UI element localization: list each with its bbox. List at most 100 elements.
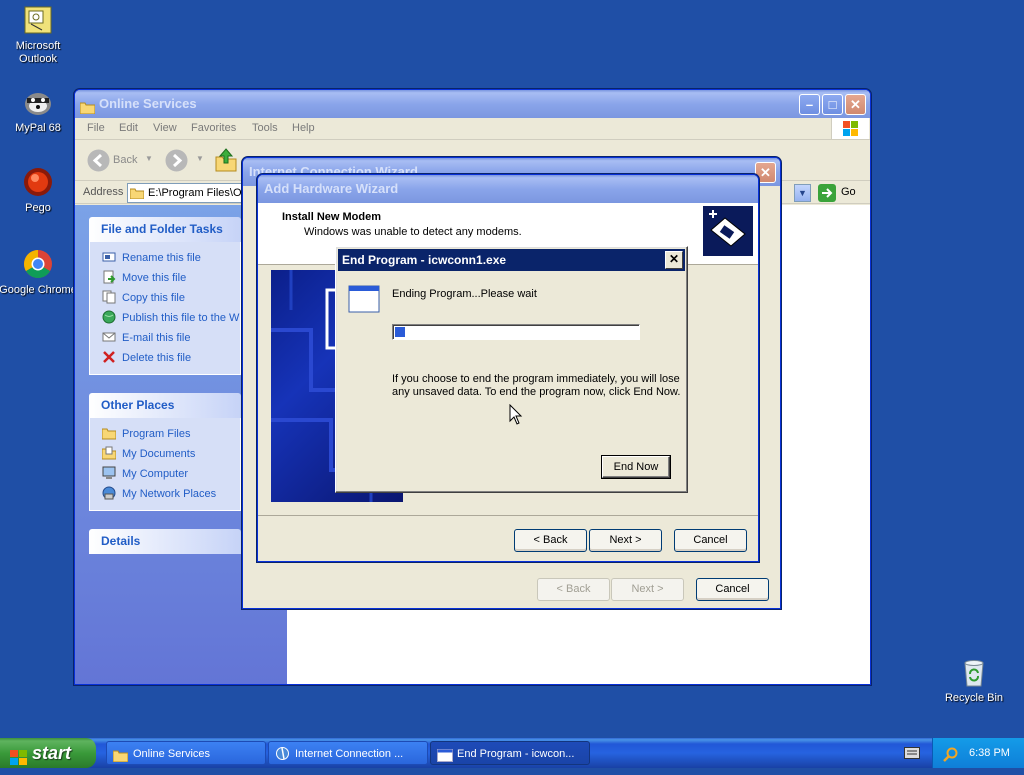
icw-next-button[interactable]: Next > xyxy=(611,578,684,601)
taskbar-item-internet-connection[interactable]: Internet Connection ... xyxy=(268,741,428,765)
place-label: Program Files xyxy=(122,428,191,440)
menu-file[interactable]: File xyxy=(87,122,105,134)
start-button[interactable]: start xyxy=(0,738,96,768)
file-folder-tasks-panel: File and Folder Tasks Rename this file M… xyxy=(89,217,241,375)
wizard-icon xyxy=(275,746,290,761)
wizard-heading: Install New Modem xyxy=(282,211,382,223)
panel-title[interactable]: Details xyxy=(89,529,241,554)
taskbar-item-end-program[interactable]: End Program - icwcon... xyxy=(430,741,590,765)
desktop-icon-pego[interactable]: Pego xyxy=(0,166,78,215)
recycle-bin-icon xyxy=(958,656,990,688)
maximize-button[interactable]: □ xyxy=(822,94,843,115)
task-label: Delete this file xyxy=(122,352,192,364)
end-program-dialog: End Program - icwconn1.exe ✕ Ending Prog… xyxy=(335,246,688,493)
address-input[interactable]: E:\Program Files\Or xyxy=(127,183,245,203)
task-publish[interactable]: Publish this file to the W xyxy=(102,308,240,328)
icw-back-button[interactable]: < Back xyxy=(537,578,610,601)
email-icon xyxy=(102,330,116,344)
place-label: My Network Places xyxy=(122,488,217,500)
window-title: Add Hardware Wizard xyxy=(264,181,399,196)
clock[interactable]: 6:38 PM xyxy=(969,738,1010,768)
menu-edit[interactable]: Edit xyxy=(119,122,138,134)
folder-icon xyxy=(129,187,145,200)
progress-fill xyxy=(395,327,405,337)
task-delete[interactable]: Delete this file xyxy=(102,348,240,368)
address-value: E:\Program Files\Or xyxy=(148,187,246,199)
menu-bar: File Edit View Favorites Tools Help xyxy=(75,118,870,140)
forward-arrow-icon[interactable] xyxy=(165,149,188,172)
windows-logo-icon xyxy=(831,118,869,139)
hardware-next-button[interactable]: Next > xyxy=(589,529,662,552)
search-icon[interactable] xyxy=(943,745,959,762)
place-program-files[interactable]: Program Files xyxy=(102,424,240,444)
minimize-button[interactable]: – xyxy=(799,94,820,115)
desktop-icon-label: Microsoft Outlook xyxy=(15,40,61,65)
desktop-icon-outlook[interactable]: Microsoft Outlook xyxy=(0,4,78,66)
menu-help[interactable]: Help xyxy=(292,122,315,134)
outlook-icon xyxy=(22,4,54,36)
warning-message: If you choose to end the program immedia… xyxy=(392,373,681,398)
close-button[interactable]: ✕ xyxy=(845,94,866,115)
system-tray: 6:38 PM xyxy=(932,738,1024,768)
menu-view[interactable]: View xyxy=(153,122,177,134)
network-icon xyxy=(102,486,116,500)
menu-tools[interactable]: Tools xyxy=(252,122,278,134)
desktop-icon-chrome[interactable]: Google Chrome xyxy=(0,248,78,297)
place-my-computer[interactable]: My Computer xyxy=(102,464,240,484)
task-move[interactable]: Move this file xyxy=(102,268,240,288)
pego-icon xyxy=(22,166,54,198)
window-title: End Program - icwconn1.exe xyxy=(342,253,507,267)
task-rename[interactable]: Rename this file xyxy=(102,248,240,268)
delete-icon xyxy=(102,350,116,364)
address-label: Address xyxy=(83,186,124,198)
wizard-divider xyxy=(258,515,758,516)
wizard-subheading: Windows was unable to detect any modems. xyxy=(304,226,522,238)
panel-title[interactable]: Other Places xyxy=(89,393,241,418)
desktop-icon-label: MyPal 68 xyxy=(15,122,61,134)
end-program-titlebar[interactable]: End Program - icwconn1.exe ✕ xyxy=(338,249,685,271)
move-icon xyxy=(102,270,116,284)
task-label: Publish this file to the W xyxy=(122,312,240,324)
place-my-documents[interactable]: My Documents xyxy=(102,444,240,464)
chevron-down-icon[interactable]: ▼ xyxy=(196,154,204,163)
keyboard-icon[interactable] xyxy=(904,747,920,759)
computer-icon xyxy=(102,466,116,480)
address-dropdown-button[interactable]: ▼ xyxy=(794,184,811,202)
hardware-icon xyxy=(703,206,753,256)
progress-bar xyxy=(392,324,640,340)
go-button[interactable]: Go xyxy=(841,186,856,198)
desktop-icon-label: Pego xyxy=(25,202,51,214)
task-email[interactable]: E-mail this file xyxy=(102,328,240,348)
taskbar: start Online Services Internet Connectio… xyxy=(0,738,1024,768)
up-folder-icon[interactable] xyxy=(214,147,238,173)
task-label: Move this file xyxy=(122,272,187,284)
back-label[interactable]: Back xyxy=(113,154,137,166)
menu-favorites[interactable]: Favorites xyxy=(191,122,236,134)
status-text: Ending Program...Please wait xyxy=(392,288,537,300)
close-button[interactable]: ✕ xyxy=(665,251,683,269)
task-copy[interactable]: Copy this file xyxy=(102,288,240,308)
icw-cancel-button[interactable]: Cancel xyxy=(696,578,769,601)
taskbar-item-label: End Program - icwcon... xyxy=(457,748,575,760)
window-title: Online Services xyxy=(99,96,197,111)
explorer-titlebar[interactable]: Online Services – □ ✕ xyxy=(75,90,870,118)
folder-icon xyxy=(79,96,96,115)
back-arrow-icon[interactable] xyxy=(87,149,110,172)
panel-title[interactable]: File and Folder Tasks xyxy=(89,217,241,242)
documents-icon xyxy=(102,446,117,460)
taskbar-item-online-services[interactable]: Online Services xyxy=(106,741,266,765)
hardware-titlebar[interactable]: Add Hardware Wizard xyxy=(258,175,758,203)
desktop-icon-recycle-bin[interactable]: Recycle Bin xyxy=(934,656,1014,705)
task-label: Rename this file xyxy=(122,252,201,264)
windows-logo-icon xyxy=(10,745,28,765)
chevron-down-icon[interactable]: ▼ xyxy=(145,154,153,163)
desktop-icon-mypal[interactable]: MyPal 68 xyxy=(0,86,78,135)
hardware-back-button[interactable]: < Back xyxy=(514,529,587,552)
task-label: Copy this file xyxy=(122,292,185,304)
go-arrow-icon[interactable] xyxy=(818,184,836,202)
hardware-cancel-button[interactable]: Cancel xyxy=(674,529,747,552)
place-my-network-places[interactable]: My Network Places xyxy=(102,484,240,504)
chrome-icon xyxy=(22,248,54,280)
folder-icon xyxy=(112,747,129,763)
end-now-button[interactable]: End Now xyxy=(601,455,671,479)
